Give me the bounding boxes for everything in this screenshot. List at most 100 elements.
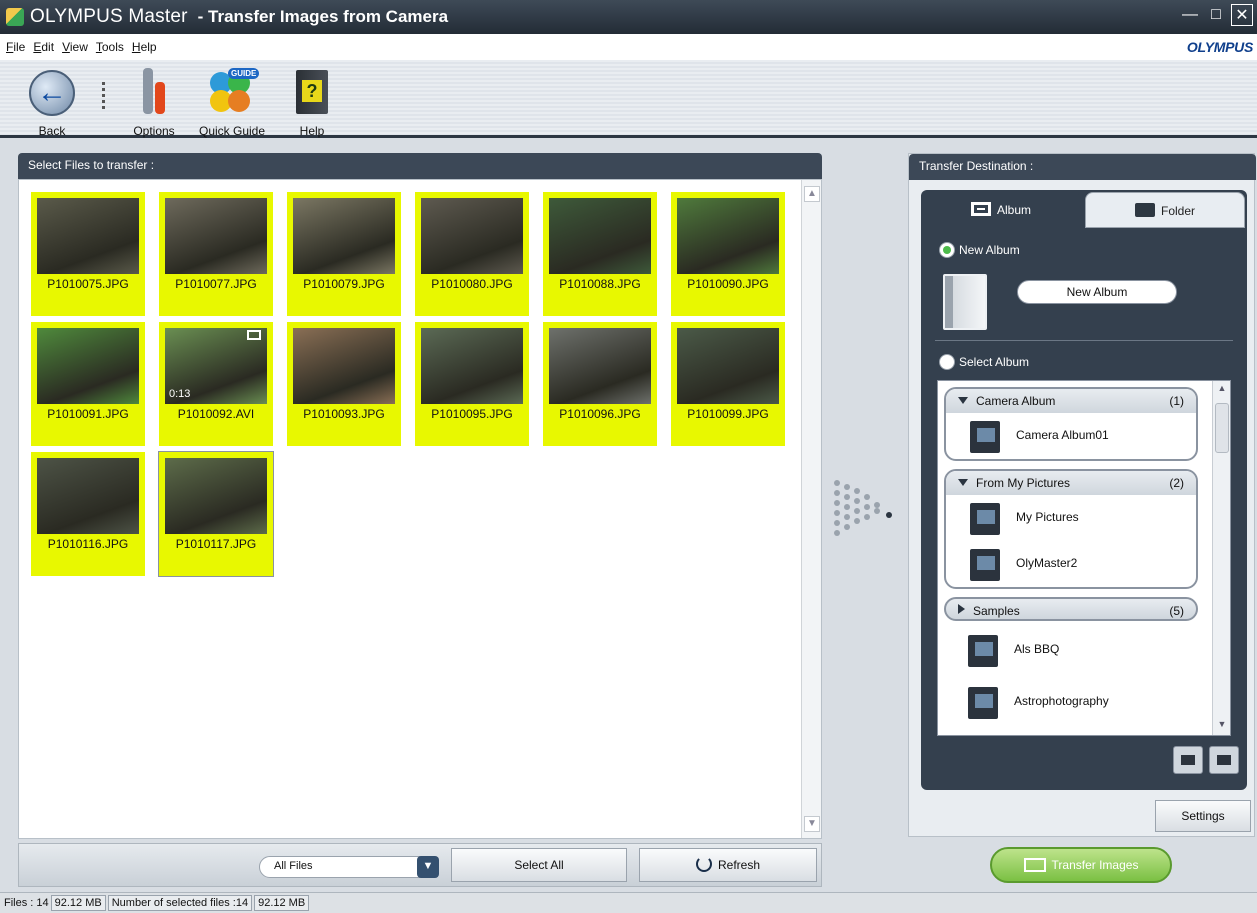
options-button[interactable]: Options <box>126 66 182 138</box>
dot-mark <box>864 504 870 510</box>
album-label: My Pictures <box>1016 510 1079 524</box>
chevron-down-icon[interactable]: ▼ <box>417 856 439 878</box>
file-thumbnail[interactable]: P1010090.JPG <box>671 192 785 316</box>
tab-folder[interactable]: Folder <box>1085 192 1245 228</box>
quick-guide-button[interactable]: GUIDE Quick Guide <box>192 66 272 138</box>
dot-mark <box>844 504 850 510</box>
photo-preview <box>37 458 139 534</box>
album-name-field[interactable]: New Album <box>1017 280 1177 304</box>
file-thumbnail[interactable]: P1010080.JPG <box>415 192 529 316</box>
group-name: Samples <box>973 604 1020 618</box>
group-header[interactable]: From My Pictures (2) <box>946 471 1196 495</box>
group-header[interactable]: Camera Album (1) <box>946 389 1196 413</box>
tab-album[interactable]: Album <box>921 192 1081 228</box>
transfer-destination-panel: Transfer Destination : Album Folder New … <box>908 153 1256 837</box>
dot-mark <box>834 510 840 516</box>
photo-preview <box>549 198 651 274</box>
photo-preview <box>549 328 651 404</box>
album-item[interactable]: OlyMaster2 <box>946 541 1196 587</box>
album-label: OlyMaster2 <box>1016 556 1078 570</box>
help-button[interactable]: ? Help <box>290 66 334 138</box>
scroll-up-icon[interactable]: ▲ <box>1215 383 1229 397</box>
new-album-radio[interactable] <box>939 242 955 258</box>
group-name: From My Pictures <box>976 476 1071 490</box>
dot-mark <box>854 488 860 494</box>
help-book-icon: ? <box>296 70 328 114</box>
file-thumbnail[interactable]: 0:13 P1010092.AVI <box>159 322 273 446</box>
new-album-add-icon[interactable] <box>1173 746 1203 774</box>
refresh-icon <box>695 856 712 872</box>
triangle-down-icon <box>958 397 968 404</box>
file-thumbnail[interactable]: P1010117.JPG <box>158 451 274 577</box>
file-thumbnail[interactable]: P1010091.JPG <box>31 322 145 446</box>
album-group-samples: Samples (5) Als BBQ Astrophotography <box>944 597 1198 725</box>
album-actions <box>1167 746 1239 777</box>
selected-size: 92.12 MB <box>254 895 310 911</box>
file-thumbnail[interactable]: P1010079.JPG <box>287 192 401 316</box>
album-list-scrollbar[interactable]: ▲ ▼ <box>1212 381 1230 735</box>
destination-box: Album Folder New Album New Album Select … <box>921 190 1247 790</box>
photo-preview <box>677 328 779 404</box>
menu-tools[interactable]: Tools <box>96 40 124 54</box>
scroll-down-icon[interactable]: ▼ <box>1215 719 1229 733</box>
dot-mark <box>886 512 892 518</box>
scroll-up-icon[interactable]: ▲ <box>804 186 820 202</box>
album-item[interactable]: Als BBQ <box>944 627 1198 673</box>
settings-button[interactable]: Settings <box>1155 800 1251 832</box>
options-label: Options <box>133 124 175 138</box>
file-name: P1010096.JPG <box>559 407 641 421</box>
file-filter-select[interactable]: All Files ▼ <box>259 856 439 878</box>
album-item[interactable]: My Pictures <box>946 495 1196 541</box>
group-count: (2) <box>1169 476 1184 490</box>
file-thumbnail[interactable]: P1010077.JPG <box>159 192 273 316</box>
album-item[interactable]: Camera Album01 <box>946 413 1196 459</box>
files-size: 92.12 MB <box>50 895 106 911</box>
scroll-down-icon[interactable]: ▼ <box>804 816 820 832</box>
file-name: P1010088.JPG <box>559 277 641 291</box>
close-button[interactable]: ✕ <box>1231 4 1253 26</box>
edit-album-icon[interactable] <box>1209 746 1239 774</box>
guide-tag: GUIDE <box>228 68 260 79</box>
album-group-camera: Camera Album (1) Camera Album01 <box>944 387 1198 461</box>
album-item[interactable]: Astrophotography <box>944 679 1198 725</box>
menu-edit[interactable]: Edit <box>33 40 54 54</box>
menu-help[interactable]: Help <box>132 40 157 54</box>
transfer-images-button[interactable]: Transfer Images <box>990 847 1172 883</box>
maximize-button[interactable]: □ <box>1205 4 1227 26</box>
photo-preview <box>677 198 779 274</box>
dot-mark <box>844 484 850 490</box>
file-thumbnail[interactable]: P1010088.JPG <box>543 192 657 316</box>
dot-mark <box>834 520 840 526</box>
file-thumbnail[interactable]: P1010116.JPG <box>31 452 145 576</box>
select-album-radio[interactable] <box>939 354 955 370</box>
folder-icon <box>1134 203 1155 217</box>
album-list: Camera Album (1) Camera Album01 From My … <box>937 380 1231 736</box>
file-thumbnail[interactable]: P1010095.JPG <box>415 322 529 446</box>
file-thumbnail[interactable]: P1010099.JPG <box>671 322 785 446</box>
scroll-thumb[interactable] <box>1215 403 1229 453</box>
quick-guide-label: Quick Guide <box>198 124 266 138</box>
select-album-label: Select Album <box>959 355 1030 369</box>
file-name: P1010080.JPG <box>431 277 513 291</box>
file-name: P1010093.JPG <box>303 407 385 421</box>
back-button[interactable]: Back <box>24 66 80 138</box>
select-all-button[interactable]: Select All <box>451 848 627 882</box>
thumbnail-grid: ▲ ▼ P1010075.JPG P1010077.JPG P1010079.JPG… <box>18 179 822 839</box>
group-name: Camera Album <box>976 394 1056 408</box>
file-thumbnail[interactable]: P1010075.JPG <box>31 192 145 316</box>
file-thumbnail[interactable]: P1010093.JPG <box>287 322 401 446</box>
menu-file[interactable]: File <box>6 40 25 54</box>
file-thumbnail[interactable]: P1010096.JPG <box>543 322 657 446</box>
back-label: Back <box>38 124 66 138</box>
dot-mark <box>834 480 840 486</box>
photo-preview <box>293 198 395 274</box>
menu-view[interactable]: View <box>62 40 88 54</box>
transfer-icon <box>1023 858 1046 872</box>
minimize-button[interactable]: — <box>1179 4 1201 26</box>
file-filter-value: All Files <box>274 860 313 872</box>
thumbnail-scrollbar[interactable]: ▲ ▼ <box>801 180 821 838</box>
refresh-button[interactable]: Refresh <box>639 848 817 882</box>
quick-guide-icon: GUIDE <box>206 68 260 116</box>
help-label: Help <box>299 124 325 138</box>
group-header[interactable]: Samples (5) <box>944 597 1198 621</box>
